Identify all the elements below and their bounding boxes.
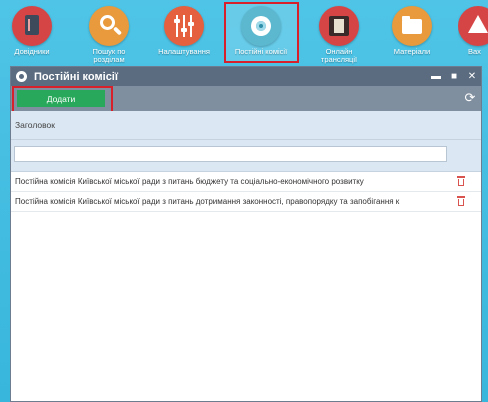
sliders-icon xyxy=(164,6,204,46)
table-row[interactable]: Постійна комісія Київської міської ради … xyxy=(11,172,481,192)
app-label: Постійні комісії xyxy=(234,47,288,56)
folder-icon xyxy=(392,6,432,46)
trash-icon[interactable] xyxy=(457,196,465,206)
eye-icon xyxy=(16,71,27,82)
maximize-button[interactable]: ■ xyxy=(445,71,463,82)
app-label: Онлайн трансляції xyxy=(320,47,358,64)
film-icon xyxy=(319,6,359,46)
app-dovidnyky[interactable]: Довідники xyxy=(2,6,62,56)
book-icon xyxy=(12,6,52,46)
app-standing-committees[interactable]: Постійні комісії xyxy=(231,6,291,56)
window-toolbar: Додати ⟳ xyxy=(11,86,481,113)
window-title: Постійні комісії xyxy=(34,70,118,83)
column-header-title[interactable]: Заголовок xyxy=(11,111,481,140)
search-icon xyxy=(89,6,129,46)
app-settings[interactable]: Налаштування xyxy=(154,6,214,56)
title-filter-input[interactable] xyxy=(14,146,447,162)
app-launcher: Довідники Пошук по розділам Налаштування… xyxy=(0,0,488,68)
grid-rows: Постійна комісія Київської міської ради … xyxy=(11,172,481,212)
add-button[interactable]: Додати xyxy=(17,90,105,107)
eye-icon xyxy=(241,6,281,46)
trash-icon[interactable] xyxy=(457,176,465,186)
committees-window: Постійні комісії ▬ ■ ✕ Додати ⟳ Заголово… xyxy=(10,66,482,402)
refresh-icon[interactable]: ⟳ xyxy=(463,91,477,105)
app-materials[interactable]: Матеріали xyxy=(382,6,442,56)
row-title: Постійна комісія Київської міської ради … xyxy=(15,177,364,186)
filter-row xyxy=(11,140,481,172)
column-header-label: Заголовок xyxy=(15,120,55,130)
table-row[interactable]: Постійна комісія Київської міської ради … xyxy=(11,192,481,212)
app-search-sections[interactable]: Пошук по розділам xyxy=(79,6,139,64)
app-label: Вах xyxy=(468,47,481,56)
app-label: Пошук по розділам xyxy=(92,47,126,64)
app-partial[interactable]: Вах xyxy=(458,6,488,56)
app-label: Довідники xyxy=(14,47,50,56)
close-button[interactable]: ✕ xyxy=(463,71,481,82)
app-label: Налаштування xyxy=(158,47,210,56)
committees-grid: Заголовок Постійна комісія Київської міс… xyxy=(11,111,481,401)
row-title: Постійна комісія Київської міської ради … xyxy=(15,197,400,206)
warning-icon xyxy=(458,6,488,46)
minimize-button[interactable]: ▬ xyxy=(427,71,445,82)
window-titlebar[interactable]: Постійні комісії ▬ ■ ✕ xyxy=(11,67,481,86)
app-label: Матеріали xyxy=(393,47,431,56)
app-online-broadcasts[interactable]: Онлайн трансляції xyxy=(309,6,369,64)
